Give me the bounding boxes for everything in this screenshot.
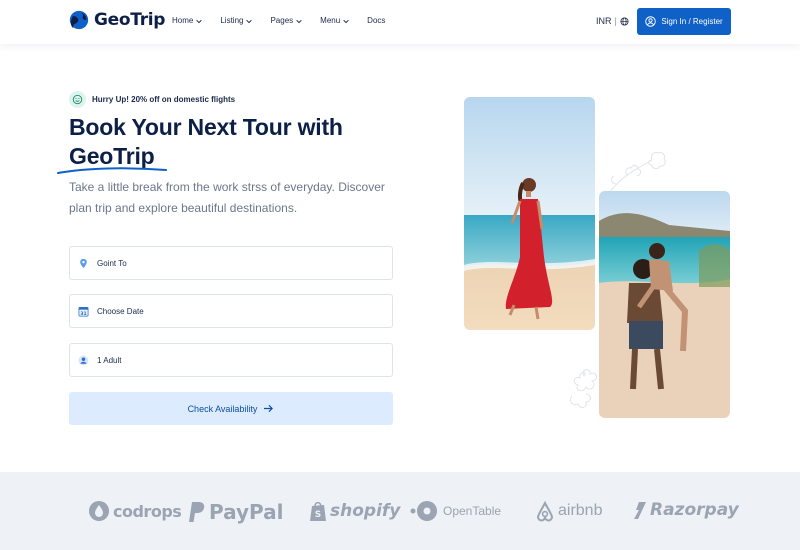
nav-menu[interactable]: Menu	[320, 16, 350, 25]
brand-label: codrops	[113, 501, 182, 521]
nav-listing[interactable]: Listing	[220, 16, 253, 25]
brand-label: airbnb	[558, 502, 603, 519]
brand-shopify: S shopify	[309, 500, 400, 522]
razorpay-logo-icon	[634, 502, 646, 519]
nav-docs[interactable]: Docs	[367, 16, 385, 25]
date-placeholder: Choose Date	[97, 306, 144, 316]
codrops-logo-icon	[89, 501, 109, 521]
user-circle-icon	[645, 16, 657, 27]
brand-label: Razorpay	[650, 500, 739, 520]
hero-subtitle: Take a little break from the work strss …	[69, 180, 385, 215]
nav-home[interactable]: Home	[172, 16, 203, 25]
date-input[interactable]: 31 Choose Date	[69, 294, 393, 328]
signin-register-button[interactable]: Sign In / Register	[637, 8, 731, 35]
guests-placeholder: 1 Adult	[97, 355, 122, 365]
currency-separator: |	[614, 16, 617, 26]
map-pin-icon	[80, 258, 87, 268]
brand-razorpay: Razorpay	[633, 500, 739, 520]
check-availability-button[interactable]: Check Availability	[69, 392, 393, 425]
promo-text: Hurry Up! 20% off on domestic flights	[92, 95, 236, 104]
arrow-right-icon	[264, 404, 274, 413]
destination-placeholder: Goint To	[97, 258, 127, 268]
chevron-down-icon	[343, 19, 349, 23]
chevron-down-icon	[196, 19, 203, 23]
shopify-bag-icon: S	[310, 501, 326, 521]
chevron-down-icon	[246, 19, 253, 23]
guests-input[interactable]: 1 Adult	[69, 343, 393, 377]
brand-logo[interactable]: GeoTrip	[68, 9, 165, 31]
brand-paypal: PayPal	[188, 500, 284, 524]
main-nav: Home Listing Pages Menu Docs	[172, 16, 402, 25]
headline-line-1: Book Your Next Tour with	[69, 114, 343, 140]
destination-input[interactable]: Goint To	[69, 246, 393, 280]
brand-airbnb: airbnb	[535, 500, 602, 522]
calendar-icon: 31	[78, 306, 89, 316]
flower-outline-decoration	[609, 152, 666, 193]
paypal-logo-icon	[189, 502, 205, 522]
currency-code: INR	[596, 16, 612, 26]
brand-label: PayPal	[209, 500, 284, 524]
brand-opentable: OpenTable	[410, 500, 501, 522]
brush-underline	[57, 167, 167, 174]
nav-label: Home	[172, 16, 194, 25]
nav-label: Menu	[320, 16, 341, 25]
brand-codrops: codrops	[88, 500, 182, 522]
globe-logo-icon	[69, 10, 89, 30]
beach-photo-couple	[599, 191, 730, 418]
opentable-logo-icon	[410, 501, 437, 521]
check-availability-label: Check Availability	[187, 403, 258, 414]
nav-pages[interactable]: Pages	[270, 16, 303, 25]
nav-label: Pages	[270, 16, 294, 25]
calendar-day: 31	[80, 310, 86, 316]
signin-label: Sign In / Register	[661, 17, 723, 26]
promo-badge: Hurry Up! 20% off on domestic flights	[69, 91, 235, 108]
brand-name: GeoTrip	[94, 10, 166, 30]
user-icon	[78, 355, 89, 365]
beach-photo-woman	[464, 97, 595, 330]
svg-text:S: S	[315, 510, 321, 520]
chevron-down-icon	[296, 19, 302, 23]
brand-label: shopify	[330, 501, 401, 521]
nav-label: Listing	[220, 16, 244, 25]
airbnb-logo-icon	[536, 500, 554, 522]
globe-icon	[620, 16, 629, 26]
brand-label: OpenTable	[443, 504, 502, 518]
site-header: GeoTrip Home Listing Pages Menu Docs INR…	[0, 0, 800, 44]
hero-headline: Book Your Next Tour with GeoTrip	[69, 113, 343, 171]
smile-icon	[69, 91, 86, 108]
currency-selector[interactable]: INR |	[596, 16, 629, 26]
nav-label: Docs	[367, 16, 386, 25]
